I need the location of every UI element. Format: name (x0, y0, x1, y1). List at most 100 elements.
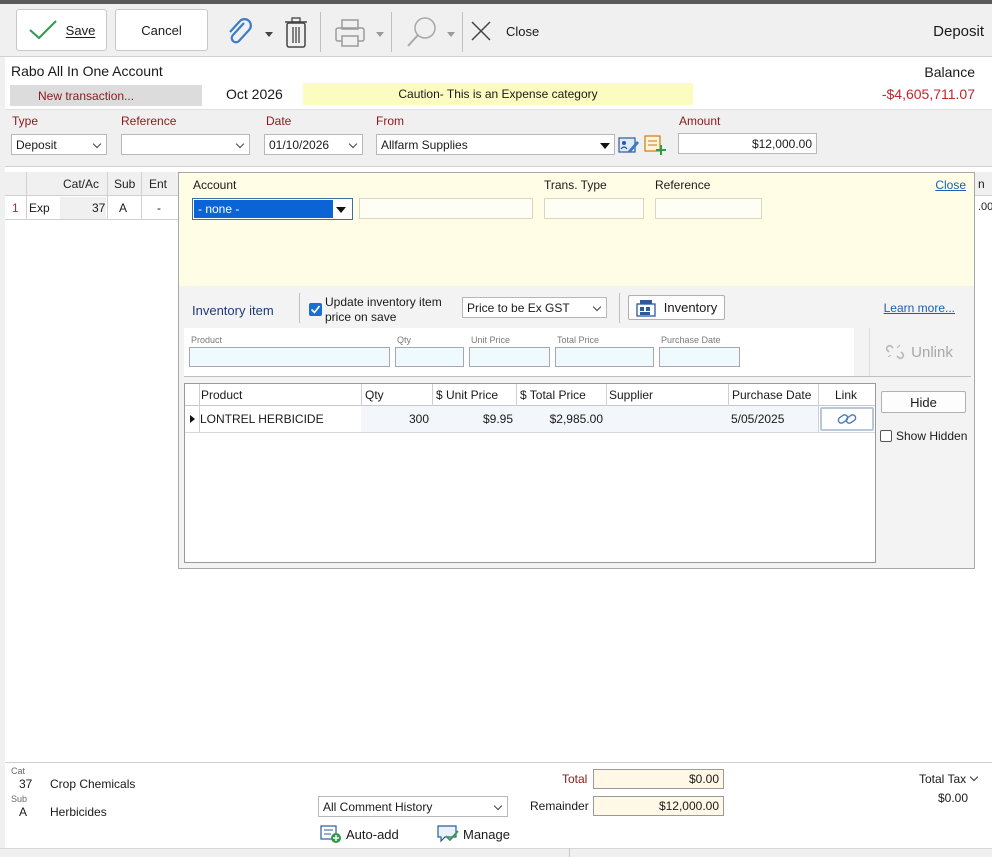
grid-header-ent: Ent (149, 177, 168, 191)
save-button[interactable]: Save (16, 9, 107, 51)
printer-icon (335, 19, 365, 47)
chevron-down-icon (235, 139, 245, 149)
comment-history-select[interactable]: All Comment History (318, 796, 508, 817)
delete-button[interactable] (283, 16, 309, 50)
total-price-input[interactable] (555, 347, 654, 367)
grid-header-right: n (978, 177, 985, 191)
product-input[interactable] (189, 347, 390, 367)
row-ent: - (157, 201, 161, 215)
amount-label: Amount (679, 114, 721, 128)
dropdown-arrow-icon (600, 143, 610, 149)
divider (184, 376, 971, 377)
unlink-label: Unlink (911, 343, 953, 361)
print-button[interactable] (332, 16, 368, 50)
cat-code: 37 (19, 777, 33, 791)
grid-header-sub: Sub (114, 177, 136, 191)
col-total-price: $ Total Price (520, 388, 586, 402)
account-value: - none - (194, 200, 333, 218)
type-value: Deposit (16, 137, 57, 152)
attach-button[interactable] (222, 14, 256, 48)
account-select[interactable]: - none - (192, 198, 353, 220)
panel-reference-field[interactable] (655, 198, 762, 219)
reference-label: Reference (121, 114, 177, 128)
close-button[interactable]: Close (470, 18, 550, 44)
manage-comments-icon (437, 825, 459, 843)
total-value: $0.00 (688, 772, 719, 786)
qty-input[interactable] (395, 347, 464, 367)
purchase-date-input[interactable] (659, 347, 740, 367)
date-picker[interactable]: 01/10/2026 (264, 134, 363, 155)
toolbar: Save Cancel Close Deposit (0, 0, 992, 57)
edit-contact-button[interactable] (618, 135, 640, 155)
split-detail-panel: Account - none - Trans. Type Reference C… (178, 172, 975, 569)
learn-more-link[interactable]: Learn more... (884, 301, 955, 315)
account-description-field[interactable] (359, 198, 533, 219)
sub-name: Herbicides (50, 805, 107, 819)
update-price-checkbox[interactable] (309, 303, 322, 316)
from-select[interactable]: Allfarm Supplies (376, 134, 615, 155)
row-kind: Exp (29, 201, 50, 215)
search-dropdown-icon[interactable] (447, 32, 455, 37)
total-price-input-label: Total Price (557, 335, 600, 345)
cancel-button[interactable]: Cancel (115, 9, 208, 51)
inventory-button[interactable]: Inventory (628, 295, 725, 320)
link-icon (837, 414, 857, 424)
trans-type-field[interactable] (544, 198, 644, 219)
sub-small-label: Sub (11, 794, 28, 804)
grid-header-cat: Cat/Ac (63, 177, 100, 191)
qty-input-label: Qty (397, 335, 412, 345)
total-tax-label: Total Tax (919, 772, 967, 786)
status-bar (0, 848, 992, 857)
update-price-label-line1: Update inventory item (325, 295, 442, 309)
add-contact-button[interactable] (644, 134, 668, 156)
add-contact-icon (644, 135, 666, 155)
auto-add-button[interactable]: Auto-add (320, 824, 399, 844)
date-value: 01/10/2026 (269, 137, 330, 152)
toolbar-separator (391, 12, 392, 52)
show-hidden-checkbox[interactable] (880, 430, 892, 442)
auto-add-icon (320, 825, 341, 843)
total-tax-toggle[interactable]: Total Tax (919, 772, 979, 786)
total-label: Total (562, 772, 588, 786)
row-unit-price: $9.95 (482, 412, 513, 426)
search-button[interactable] (404, 14, 440, 50)
warehouse-icon (636, 299, 656, 317)
update-price-label-line2: price on save (325, 310, 397, 324)
cancel-label: Cancel (141, 22, 182, 38)
footer-divider (0, 762, 992, 763)
price-gst-value: Price to be Ex GST (467, 300, 570, 315)
type-select[interactable]: Deposit (11, 134, 107, 155)
table-row[interactable]: LONTREL HERBICIDE 300 $9.95 $2,985.00 5/… (185, 406, 875, 433)
toolbar-separator (462, 12, 463, 52)
amount-input[interactable]: $12,000.00 (678, 133, 817, 154)
search-icon (407, 17, 436, 47)
close-label: Close (506, 23, 540, 39)
split-grid-row[interactable]: 1 Exp 37 A - (0, 197, 178, 220)
col-link: Link (835, 388, 858, 402)
unlink-button[interactable]: Unlink (869, 328, 968, 376)
hide-button[interactable]: Hide (881, 391, 966, 413)
row-link-button[interactable] (820, 407, 874, 431)
reference-select[interactable] (121, 134, 250, 155)
remainder-value-field: $12,000.00 (593, 796, 724, 816)
save-label: Save (65, 22, 96, 38)
unit-price-input[interactable] (469, 347, 550, 367)
date-label: Date (266, 114, 292, 128)
balance-label: Balance (924, 64, 975, 80)
update-price-label: Update inventory item price on save (325, 295, 442, 325)
amount-value: $12,000.00 (751, 136, 812, 151)
manage-button[interactable]: Manage (437, 824, 510, 844)
remainder-value: $12,000.00 (658, 799, 719, 813)
grid-value-right: .00 (978, 201, 992, 213)
price-gst-select[interactable]: Price to be Ex GST (462, 297, 607, 318)
close-icon (471, 21, 491, 41)
comment-history-value: All Comment History (323, 799, 433, 814)
print-dropdown-icon[interactable] (376, 32, 384, 37)
attach-dropdown-icon[interactable] (265, 32, 273, 37)
close-panel-link[interactable]: Close (935, 178, 966, 192)
row-total-price: $2,985.00 (549, 412, 603, 426)
panel-reference-label: Reference (655, 178, 711, 192)
chevron-down-icon (592, 302, 602, 312)
col-product: Product (201, 388, 243, 402)
row-qty: 300 (408, 412, 429, 426)
